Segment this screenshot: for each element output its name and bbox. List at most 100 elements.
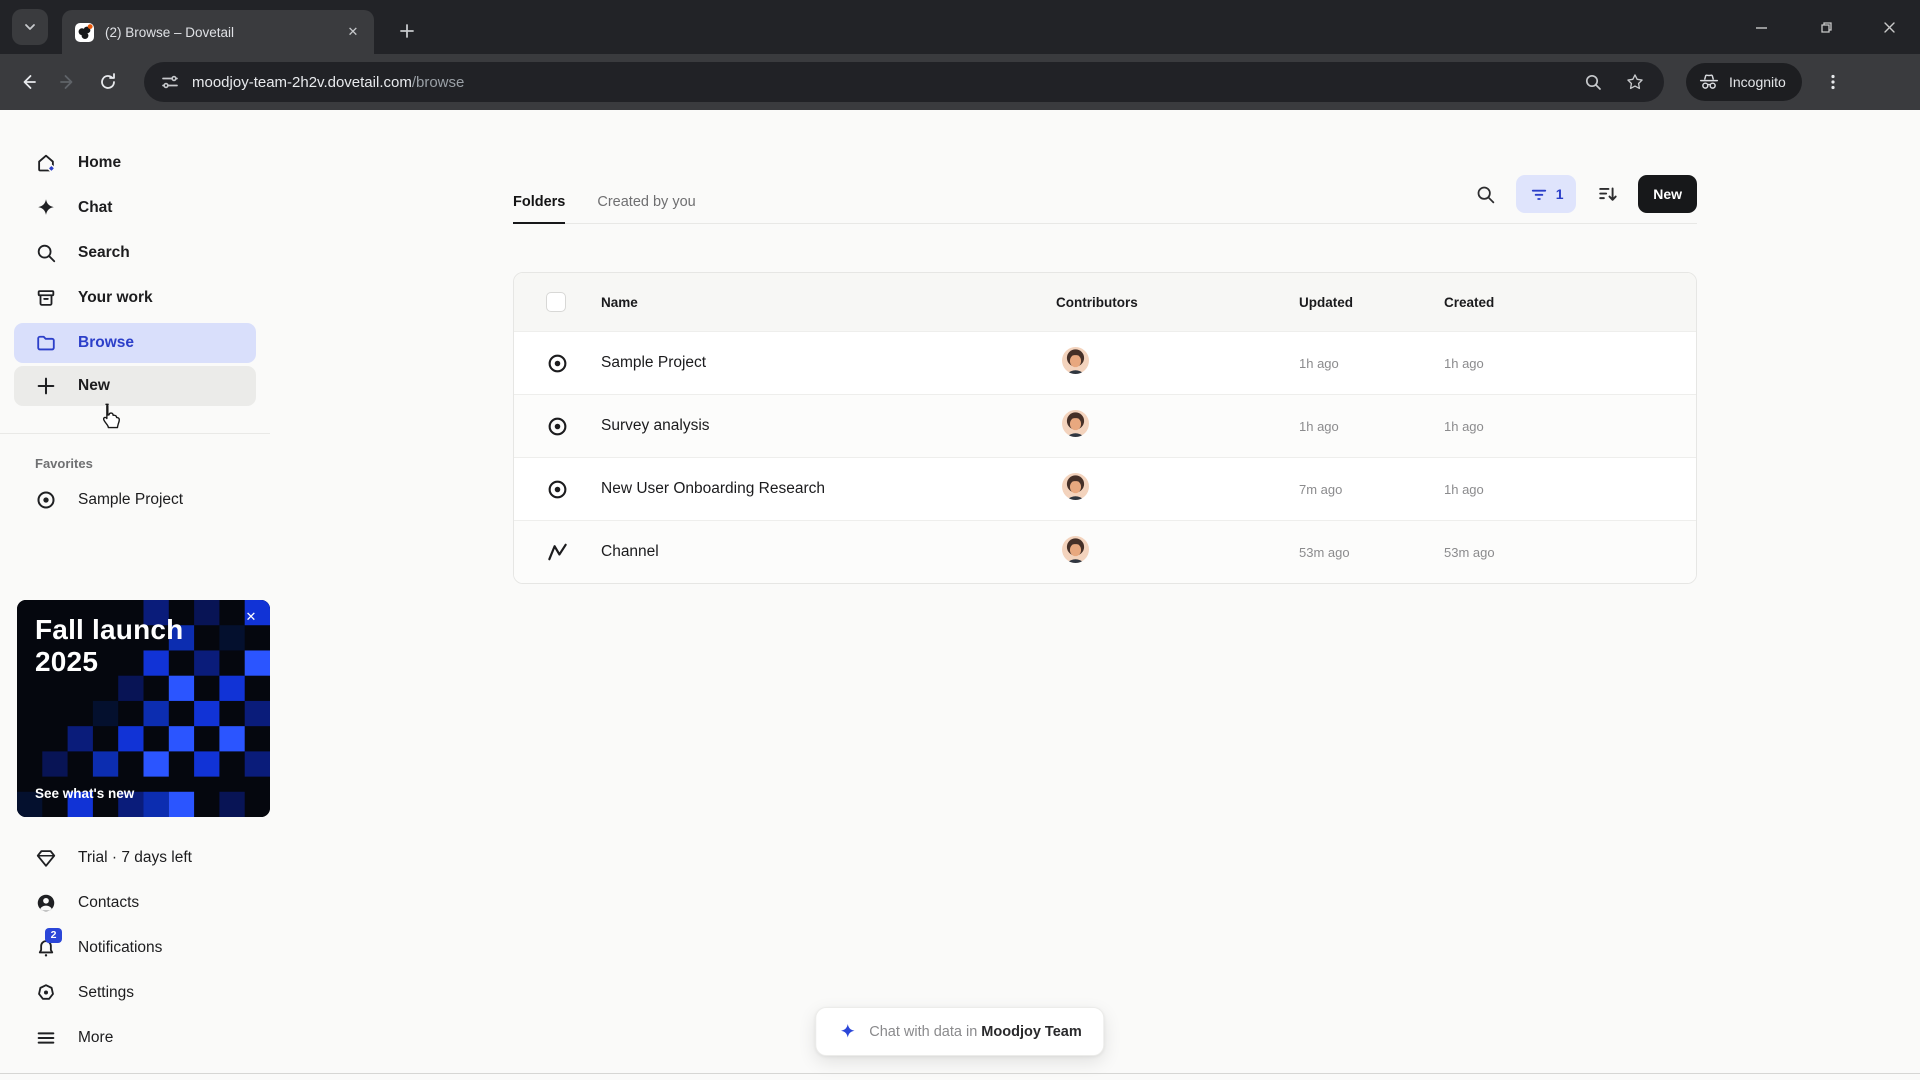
- hamburger-icon: [34, 1026, 58, 1050]
- browser-tab-strip: (2) Browse – Dovetail ✕: [0, 0, 1920, 54]
- project-icon: [34, 488, 58, 512]
- chat-with-data-bar[interactable]: Chat with data in Moodjoy Team: [815, 1007, 1105, 1056]
- sidebar-item-home[interactable]: Home: [0, 140, 270, 185]
- plus-icon: [400, 24, 414, 38]
- new-tab-button[interactable]: [392, 16, 422, 46]
- project-icon: [545, 477, 569, 501]
- gem-icon: [34, 846, 58, 870]
- forward-icon: [60, 75, 73, 89]
- row-created: 1h ago: [1444, 481, 1484, 497]
- plus-icon: [34, 374, 58, 398]
- incognito-icon: [1700, 74, 1718, 89]
- more-label: More: [78, 1028, 114, 1046]
- column-header-updated[interactable]: Updated: [1299, 295, 1444, 310]
- dovetail-app: Home Chat Search Your work Browse New Fa…: [0, 110, 1920, 1080]
- sidebar-item-chat[interactable]: Chat: [0, 185, 270, 230]
- table-row[interactable]: Survey analysis 1h ago 1h ago: [514, 394, 1696, 457]
- row-name[interactable]: Survey analysis: [580, 417, 1056, 435]
- search-icon: [34, 241, 58, 265]
- address-bar[interactable]: moodjoy-team-2h2v.dovetail.com/browse: [144, 62, 1664, 102]
- home-icon: [34, 151, 58, 175]
- url-text: moodjoy-team-2h2v.dovetail.com/browse: [192, 73, 465, 91]
- favorite-item-label: Sample Project: [78, 490, 184, 508]
- zoom-page-button[interactable]: [1580, 69, 1606, 95]
- tab-created-by-you[interactable]: Created by you: [597, 194, 695, 223]
- column-header-name[interactable]: Name: [580, 295, 1056, 310]
- contributor-avatar: [1062, 536, 1089, 563]
- column-header-contributors[interactable]: Contributors: [1056, 295, 1299, 310]
- sidebar-item-notifications[interactable]: 2 Notifications: [0, 925, 270, 970]
- folder-icon: [34, 331, 58, 355]
- minimize-button[interactable]: [1744, 10, 1778, 44]
- reload-button[interactable]: [90, 64, 126, 100]
- sidebar-item-label: Chat: [78, 198, 113, 216]
- row-name[interactable]: New User Onboarding Research: [580, 480, 1056, 498]
- chat-bar-text: Chat with data in Moodjoy Team: [869, 1023, 1082, 1040]
- sidebar-item-new[interactable]: New: [14, 366, 256, 406]
- incognito-badge: Incognito: [1686, 63, 1802, 101]
- sidebar-item-label: Browse: [78, 334, 134, 351]
- archive-icon: [34, 286, 58, 310]
- tab-folders[interactable]: Folders: [513, 194, 566, 224]
- back-button[interactable]: [10, 64, 46, 100]
- folders-table: Name Contributors Updated Created Sample…: [513, 272, 1697, 584]
- incognito-label: Incognito: [1729, 74, 1786, 90]
- close-icon: [1883, 21, 1895, 33]
- row-updated: 1h ago: [1299, 355, 1339, 371]
- filter-icon: [1531, 189, 1546, 200]
- search-icon: [1585, 74, 1601, 90]
- fall-launch-banner[interactable]: Fall launch 2025 See what's new ✕: [17, 600, 270, 817]
- new-folder-button[interactable]: New: [1638, 175, 1697, 213]
- column-header-created[interactable]: Created: [1444, 295, 1696, 310]
- contacts-label: Contacts: [78, 893, 140, 911]
- row-name[interactable]: Channel: [580, 543, 1056, 561]
- filter-button[interactable]: 1: [1516, 175, 1577, 213]
- sidebar-item-browse[interactable]: Browse: [14, 323, 256, 363]
- sort-icon: [1599, 187, 1617, 201]
- sidebar-item-trial[interactable]: Trial · 7 days left: [0, 835, 270, 880]
- bookmark-button[interactable]: [1622, 69, 1648, 95]
- dovetail-favicon: [75, 22, 94, 42]
- restore-button[interactable]: [1808, 10, 1842, 44]
- settings-icon: [34, 981, 58, 1005]
- sidebar-item-your-work[interactable]: Your work: [0, 275, 270, 320]
- project-icon: [545, 351, 569, 375]
- tab-search-button[interactable]: [12, 9, 48, 45]
- favorites-heading: Favorites: [35, 456, 93, 471]
- table-row[interactable]: Sample Project 1h ago 1h ago: [514, 331, 1696, 394]
- sort-button[interactable]: [1592, 178, 1624, 210]
- sidebar-item-label: Search: [78, 243, 130, 261]
- search-icon: [1477, 186, 1494, 203]
- sidebar-item-contacts[interactable]: Contacts: [0, 880, 270, 925]
- contributor-avatar: [1062, 347, 1089, 374]
- close-window-button[interactable]: [1872, 10, 1906, 44]
- banner-cta-link[interactable]: See what's new: [35, 786, 134, 801]
- sidebar-item-search[interactable]: Search: [0, 230, 270, 275]
- tab-close-icon[interactable]: ✕: [344, 23, 362, 41]
- sparkle-icon: [34, 196, 58, 220]
- sidebar-item-more[interactable]: More: [0, 1015, 270, 1060]
- table-row[interactable]: Channel 53m ago 53m ago: [514, 520, 1696, 583]
- site-settings-icon: [162, 75, 178, 89]
- select-all-checkbox[interactable]: [546, 292, 566, 312]
- sidebar-item-settings[interactable]: Settings: [0, 970, 270, 1015]
- browser-menu-button[interactable]: [1816, 65, 1850, 99]
- banner-close-icon[interactable]: ✕: [242, 608, 260, 626]
- row-created: 1h ago: [1444, 355, 1484, 371]
- row-name[interactable]: Sample Project: [580, 354, 1056, 372]
- favorite-item-sample-project[interactable]: Sample Project: [0, 477, 270, 522]
- sidebar-item-label: Your work: [78, 288, 153, 306]
- kebab-menu-icon: [1831, 74, 1835, 90]
- contributor-avatar: [1062, 473, 1089, 500]
- notifications-badge: 2: [45, 927, 62, 943]
- window-bottom-edge: [0, 1073, 1920, 1074]
- forward-button[interactable]: [50, 64, 86, 100]
- row-created: 53m ago: [1444, 544, 1495, 560]
- bell-icon: 2: [34, 927, 62, 960]
- row-updated: 1h ago: [1299, 418, 1339, 434]
- row-created: 1h ago: [1444, 418, 1484, 434]
- table-row[interactable]: New User Onboarding Research 7m ago 1h a…: [514, 457, 1696, 520]
- browser-tab[interactable]: (2) Browse – Dovetail ✕: [62, 10, 374, 54]
- sparkle-icon: [841, 1023, 855, 1038]
- search-list-button[interactable]: [1470, 179, 1500, 209]
